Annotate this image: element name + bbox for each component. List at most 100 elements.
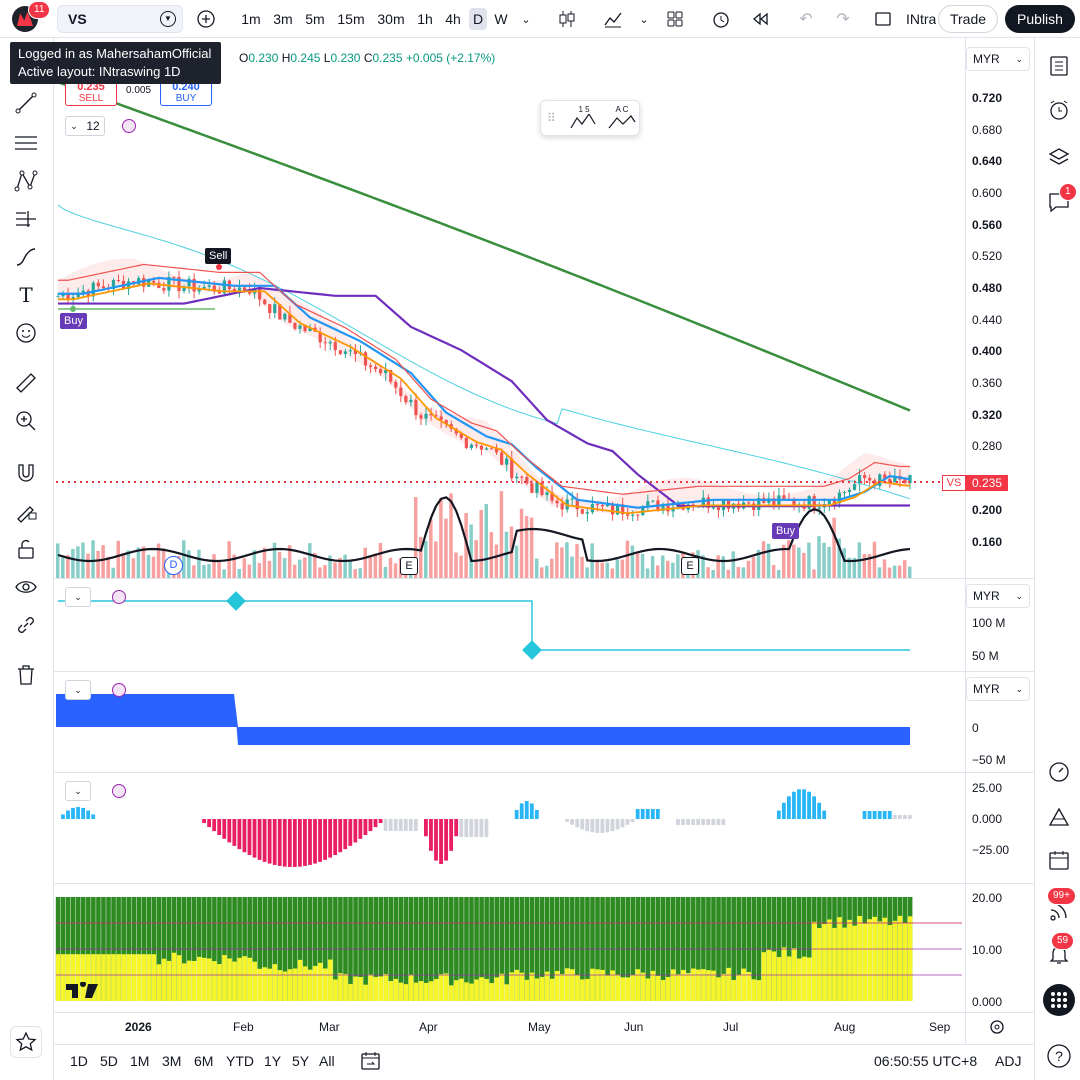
- yellow-bar: [312, 965, 318, 1001]
- volume-bar: [207, 563, 211, 578]
- histogram-bar: [590, 819, 595, 833]
- pane-divider[interactable]: [54, 578, 1034, 579]
- yellow-bar: [217, 964, 222, 1001]
- yellow-bar: [136, 954, 142, 1001]
- impulse-wave-button[interactable]: 1 5: [569, 105, 599, 133]
- volume-bar: [424, 540, 428, 578]
- volume-bar: [182, 540, 186, 578]
- volume-bar: [580, 556, 584, 578]
- axis-label: 50 M: [972, 649, 999, 663]
- candle-body: [827, 500, 831, 504]
- pane-divider[interactable]: [54, 772, 1034, 773]
- yellow-bar: [494, 977, 500, 1001]
- histogram-bar: [640, 809, 645, 819]
- yellow-bar: [539, 976, 545, 1001]
- yellow-bar: [186, 960, 192, 1001]
- volume-bar: [560, 547, 564, 578]
- yellow-bar: [262, 967, 268, 1001]
- histogram-bar: [358, 819, 363, 839]
- volume-bar: [373, 553, 378, 578]
- pane-collapse-button[interactable]: ⌄: [65, 680, 91, 700]
- histogram-bar: [439, 819, 443, 864]
- histogram-bar: [242, 819, 247, 853]
- indicators-collapse-button[interactable]: ⌄ 12: [65, 116, 105, 136]
- range-button-1d[interactable]: 1D: [70, 1053, 88, 1069]
- yellow-bar: [832, 927, 837, 1001]
- histogram-bar: [807, 791, 811, 819]
- histogram-bar: [676, 819, 680, 825]
- sync-icon[interactable]: [112, 683, 126, 697]
- yellow-bar: [433, 978, 439, 1001]
- sync-icon[interactable]: [122, 119, 136, 133]
- price-label: 0.640: [972, 154, 1003, 168]
- volume-bar: [877, 567, 882, 578]
- yellow-bar: [549, 978, 555, 1001]
- currency-selector[interactable]: MYR ⌄: [966, 47, 1030, 71]
- volume-bar: [534, 558, 539, 578]
- wave-label: A C: [615, 105, 629, 114]
- range-button-3m[interactable]: 3M: [162, 1053, 181, 1069]
- candle-body: [368, 365, 373, 367]
- yellow-bar: [716, 977, 721, 1001]
- volume-bar: [333, 562, 337, 578]
- volume-bar: [247, 564, 252, 578]
- dividend-marker[interactable]: D: [164, 556, 183, 575]
- histogram-bar: [403, 819, 408, 831]
- sync-icon[interactable]: [112, 784, 126, 798]
- volume-bar: [817, 536, 821, 578]
- range-button-5y[interactable]: 5Y: [292, 1053, 309, 1069]
- volume-bar: [822, 542, 826, 578]
- volume-bar: [842, 548, 846, 578]
- corrective-wave-button[interactable]: A C: [607, 105, 637, 133]
- histogram-bar: [61, 814, 65, 819]
- yellow-bar: [645, 978, 651, 1001]
- earnings-marker[interactable]: E: [681, 557, 699, 575]
- range-button-6m[interactable]: 6M: [194, 1053, 213, 1069]
- drag-handle-icon[interactable]: ⠿: [547, 111, 556, 125]
- volume-bar: [872, 541, 877, 578]
- sync-icon[interactable]: [112, 590, 126, 604]
- yellow-bar: [907, 916, 913, 1001]
- range-button-1y[interactable]: 1Y: [264, 1053, 281, 1069]
- yellow-bar: [322, 968, 328, 1001]
- goto-date-icon[interactable]: [360, 1050, 382, 1072]
- histogram-bar: [434, 819, 438, 861]
- candle-body: [298, 325, 302, 329]
- candle-body: [152, 280, 156, 283]
- histogram-bar: [207, 819, 212, 828]
- currency-selector[interactable]: MYR ⌄: [966, 584, 1030, 608]
- range-button-5d[interactable]: 5D: [100, 1053, 118, 1069]
- candle-body: [711, 507, 715, 509]
- yellow-bar: [449, 985, 454, 1001]
- yellow-bar: [534, 978, 540, 1001]
- pane-collapse-button[interactable]: ⌄: [65, 587, 91, 607]
- time-label: Mar: [319, 1020, 340, 1034]
- yellow-bar: [620, 977, 626, 1001]
- candle-body: [489, 448, 494, 450]
- range-button-ytd[interactable]: YTD: [226, 1053, 254, 1069]
- pane-divider[interactable]: [54, 883, 1034, 884]
- histogram-bar: [232, 819, 237, 846]
- range-button-all[interactable]: All: [319, 1053, 335, 1069]
- histogram-bar: [368, 819, 373, 832]
- chart-canvas[interactable]: [0, 0, 1080, 1080]
- volume-bar: [570, 556, 574, 578]
- histogram-bar: [474, 819, 479, 837]
- adj-toggle[interactable]: ADJ: [995, 1053, 1021, 1069]
- pane-collapse-button[interactable]: ⌄: [65, 781, 91, 801]
- currency-label: MYR: [973, 52, 1000, 66]
- volume-bar: [882, 559, 887, 578]
- currency-selector[interactable]: MYR ⌄: [966, 677, 1030, 701]
- volume-bar: [650, 556, 655, 578]
- settings-gear-icon[interactable]: [988, 1018, 1006, 1036]
- range-button-1m[interactable]: 1M: [130, 1053, 149, 1069]
- histogram-bar: [716, 819, 721, 825]
- pane-divider[interactable]: [54, 671, 1034, 672]
- histogram-bar: [615, 819, 620, 830]
- candle-body: [500, 452, 504, 465]
- candle-body: [363, 352, 368, 366]
- earnings-marker[interactable]: E: [400, 557, 418, 575]
- volume-bar: [716, 555, 720, 578]
- histogram-bar: [383, 819, 388, 831]
- clock-label[interactable]: 06:50:55 UTC+8: [874, 1053, 977, 1069]
